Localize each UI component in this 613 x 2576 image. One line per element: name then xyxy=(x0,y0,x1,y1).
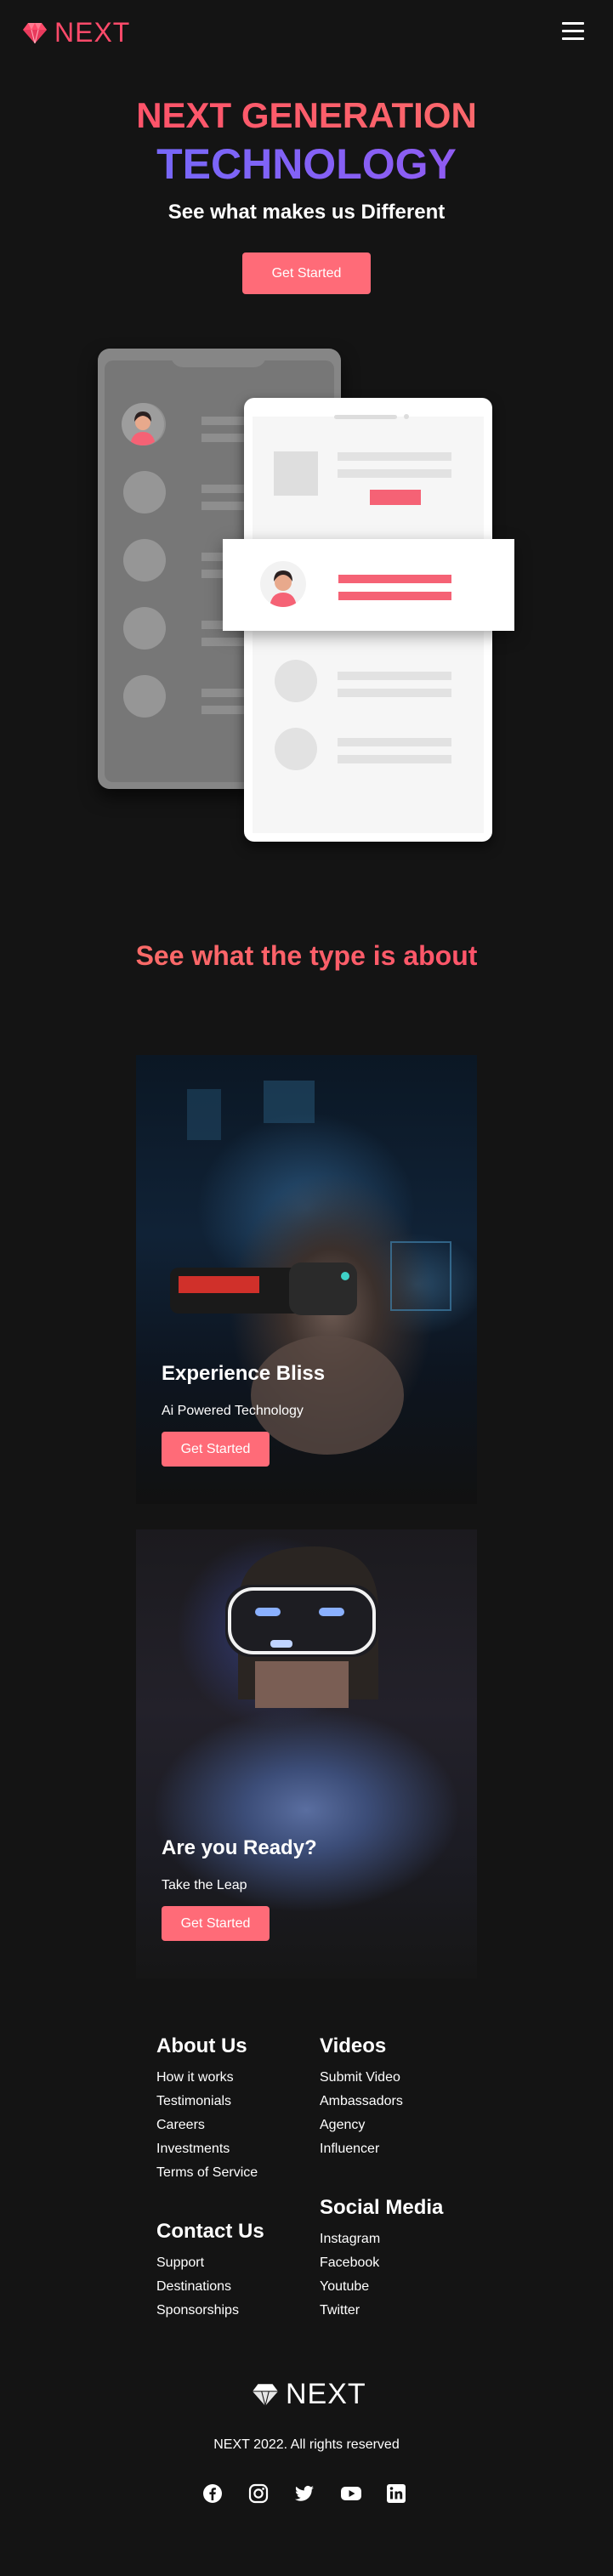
footer-link[interactable]: Submit Video xyxy=(320,2070,403,2085)
footer-videos-column: Videos Submit Video Ambassadors Agency I… xyxy=(320,2034,403,2165)
footer-link[interactable]: Twitter xyxy=(320,2303,443,2318)
footer-link[interactable]: Youtube xyxy=(320,2279,443,2294)
footer-social-column: Social Media Instagram Facebook Youtube … xyxy=(320,2196,443,2327)
footer-about-column: About Us How it works Testimonials Caree… xyxy=(156,2034,258,2189)
hero-get-started-button[interactable]: Get Started xyxy=(242,252,371,294)
footer-link[interactable]: Facebook xyxy=(320,2255,443,2270)
diamond-icon xyxy=(253,2383,278,2406)
card-title: Experience Bliss xyxy=(162,1362,326,1385)
facebook-icon[interactable] xyxy=(202,2483,223,2504)
footer-link[interactable]: Destinations xyxy=(156,2279,264,2294)
brand-logo[interactable]: NEXT xyxy=(22,17,130,48)
footer-link[interactable]: How it works xyxy=(156,2070,258,2085)
card-text: Ai Powered Technology xyxy=(162,1404,304,1418)
footer-heading: About Us xyxy=(156,2034,247,2057)
highlighted-profile-card xyxy=(223,539,514,631)
instagram-icon[interactable] xyxy=(248,2483,269,2504)
diamond-icon xyxy=(23,22,47,43)
footer-contact-column: Contact Us Support Destinations Sponsors… xyxy=(156,2220,264,2327)
social-icons xyxy=(202,2483,406,2504)
hero-title-line1: NEXT GENERATION xyxy=(0,95,613,136)
card-text: Take the Leap xyxy=(162,1878,247,1892)
footer-link[interactable]: Ambassadors xyxy=(320,2094,403,2108)
card-get-started-button[interactable]: Get Started xyxy=(162,1432,270,1467)
hamburger-menu-icon[interactable] xyxy=(562,22,584,40)
top-navbar: NEXT xyxy=(0,0,613,66)
twitter-icon[interactable] xyxy=(294,2483,315,2504)
footer-link[interactable]: Investments xyxy=(156,2142,258,2156)
footer-link[interactable]: Testimonials xyxy=(156,2094,258,2108)
section-title: See what the type is about xyxy=(0,940,613,972)
footer-link[interactable]: Support xyxy=(156,2255,264,2270)
brand-name: NEXT xyxy=(54,17,131,48)
avatar xyxy=(260,561,306,607)
linkedin-icon[interactable] xyxy=(386,2483,406,2504)
footer-link[interactable]: Influencer xyxy=(320,2142,403,2156)
footer-link[interactable]: Instagram xyxy=(320,2232,443,2246)
footer-link[interactable]: Sponsorships xyxy=(156,2303,264,2318)
feature-card-experience-bliss: Experience Bliss Ai Powered Technology G… xyxy=(136,1055,477,1504)
feature-card-are-you-ready: Are you Ready? Take the Leap Get Started xyxy=(136,1529,477,1978)
avatar xyxy=(122,403,164,445)
footer-heading: Videos xyxy=(320,2034,387,2057)
footer-link[interactable]: Careers xyxy=(156,2118,258,2132)
footer-link[interactable]: Agency xyxy=(320,2118,403,2132)
youtube-icon[interactable] xyxy=(340,2483,361,2504)
footer-link[interactable]: Terms of Service xyxy=(156,2165,258,2180)
hero-subtitle: See what makes us Different xyxy=(167,201,446,224)
copyright-text: NEXT 2022. All rights reserved xyxy=(213,2437,400,2452)
card-get-started-button[interactable]: Get Started xyxy=(162,1906,270,1941)
footer-heading: Social Media xyxy=(320,2196,444,2219)
footer-brand-name: NEXT xyxy=(286,2378,366,2410)
footer-logo[interactable]: NEXT xyxy=(252,2378,366,2411)
card-title: Are you Ready? xyxy=(162,1836,317,1859)
footer-heading: Contact Us xyxy=(156,2220,264,2243)
hero-title-line2: TECHNOLOGY xyxy=(0,139,613,189)
